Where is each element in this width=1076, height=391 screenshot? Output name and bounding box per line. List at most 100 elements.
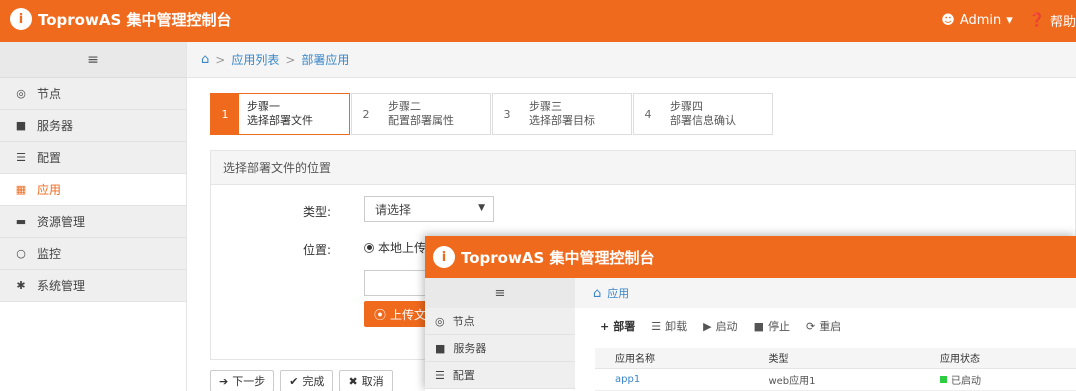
overlay-sidebar-label: 服务器 <box>453 342 487 355</box>
table-row[interactable]: app1 web应用1 已启动 <box>595 368 1076 391</box>
type-select[interactable]: 请选择 ▼ <box>364 196 494 222</box>
app-status-cell: 已启动 <box>919 368 1076 391</box>
column-header-status[interactable]: 应用状态 <box>919 348 1076 369</box>
step-number: 3 <box>503 107 511 121</box>
sidebar-item-resources[interactable]: ▬ 资源管理 <box>0 206 186 238</box>
wizard-step-1[interactable]: 1 步骤一 选择部署文件 <box>210 93 350 135</box>
deploy-button[interactable]: + 部署 <box>600 318 635 334</box>
breadcrumb-app-list[interactable]: 应用列表 <box>231 51 279 68</box>
target-icon: ◎ <box>435 314 445 328</box>
next-button-label: 下一步 <box>232 375 266 388</box>
step-text: 步骤三 选择部署目标 <box>521 100 595 128</box>
upload-button-label: 上传文 <box>390 307 427 322</box>
finish-button[interactable]: ✔ 完成 <box>280 370 334 391</box>
location-label: 位置: <box>303 243 332 257</box>
circle-icon: ○ <box>16 247 26 260</box>
sidebar-menu: ◎ 节点 ■ 服务器 ☰ 配置 ▦ 应用 ▬ 资源管理 ○ 监控 ✱ 系统管理 <box>0 78 186 302</box>
home-icon[interactable]: ⌂ <box>593 286 601 301</box>
overlay-breadcrumb-apps: 应用 <box>607 287 630 300</box>
step-title: 步骤四 <box>670 100 703 113</box>
breadcrumb-separator: > <box>285 52 296 67</box>
start-button[interactable]: ▶ 启动 <box>703 318 737 334</box>
server-icon: ■ <box>15 119 27 132</box>
step-number: 2 <box>362 107 370 121</box>
folder-icon: ▬ <box>15 215 27 228</box>
overlay-sidebar-item-nodes[interactable]: ◎ 节点 <box>425 308 575 335</box>
home-icon[interactable]: ⌂ <box>201 52 209 67</box>
radio-label: 本地上传 <box>378 241 427 255</box>
table-header-row: 应用名称 类型 应用状态 <box>595 348 1076 369</box>
sidebar-item-config[interactable]: ☰ 配置 <box>0 142 186 174</box>
server-icon: ■ <box>435 341 446 355</box>
sidebar-item-monitor[interactable]: ○ 监控 <box>0 238 186 270</box>
wizard-step-2[interactable]: 2 步骤二 配置部署属性 <box>351 93 491 135</box>
sidebar-item-label: 系统管理 <box>37 279 86 293</box>
undeploy-label: 卸载 <box>665 320 688 333</box>
column-header-name[interactable]: 应用名称 <box>595 348 749 369</box>
brand[interactable]: i ToprowAS 集中管理控制台 <box>10 8 231 30</box>
target-icon: ◎ <box>16 87 26 100</box>
play-icon: ▶ <box>703 319 712 333</box>
sidebar-item-label: 应用 <box>37 183 62 197</box>
local-upload-radio[interactable]: 本地上传 <box>364 239 426 256</box>
next-button[interactable]: ➔ 下一步 <box>210 370 275 391</box>
breadcrumb-deploy: 部署应用 <box>301 53 350 67</box>
status-dot-icon <box>939 375 947 383</box>
screen: i ToprowAS 集中管理控制台 ☻ Admin ▾ ❓ 帮助 ≡ ◎ 节点… <box>0 0 1076 391</box>
step-text: 步骤一 选择部署文件 <box>239 100 313 128</box>
app-type-cell: web应用1 <box>748 368 920 391</box>
caret-down-icon: ▼ <box>478 203 485 213</box>
help-menu[interactable]: ❓ 帮助 <box>1029 11 1076 30</box>
wizard-step-3[interactable]: 3 步骤三 选择部署目标 <box>492 93 632 135</box>
list-icon: ☰ <box>16 151 26 164</box>
plus-icon: + <box>600 319 610 333</box>
sidebar-item-nodes[interactable]: ◎ 节点 <box>0 78 186 110</box>
help-label: 帮助 <box>1049 15 1076 30</box>
grid-icon: ▦ <box>15 183 27 196</box>
sidebar-item-label: 服务器 <box>37 119 74 133</box>
app-title: ToprowAS 集中管理控制台 <box>38 10 232 29</box>
logo-icon: i <box>10 8 32 30</box>
gear-icon: ✱ <box>16 279 26 292</box>
sidebar-item-apps[interactable]: ▦ 应用 <box>0 174 186 206</box>
sidebar-item-servers[interactable]: ■ 服务器 <box>0 110 186 142</box>
overlay-sidebar: ≡ ◎ 节点 ■ 服务器 ☰ 配置 <box>425 278 575 391</box>
type-label: 类型: <box>303 205 332 219</box>
restart-button[interactable]: ⟳ 重启 <box>806 318 841 334</box>
sidebar-item-system[interactable]: ✱ 系统管理 <box>0 270 186 302</box>
sidebar-toggle-button[interactable]: ≡ <box>0 42 186 78</box>
breadcrumb-separator: > <box>215 52 226 67</box>
column-header-type[interactable]: 类型 <box>748 348 920 369</box>
check-icon: ✔ <box>289 374 299 388</box>
user-menu[interactable]: ☻ Admin ▾ <box>941 11 1013 30</box>
finish-button-label: 完成 <box>302 375 325 388</box>
overlay-sidebar-toggle[interactable]: ≡ <box>425 278 575 308</box>
radio-icon <box>364 242 374 253</box>
step-number: 1 <box>211 94 239 134</box>
start-label: 启动 <box>715 320 738 333</box>
close-icon: ✖ <box>348 374 358 388</box>
cancel-button[interactable]: ✖ 取消 <box>339 370 393 391</box>
overlay-sidebar-label: 配置 <box>452 369 475 382</box>
overlay-toolbar: + 部署 ☰ 卸载 ▶ 启动 ■ 停止 ⟳ 重启 <box>600 318 841 334</box>
overlay-sidebar-item-servers[interactable]: ■ 服务器 <box>425 335 575 362</box>
overlay-sidebar-label: 节点 <box>452 315 475 328</box>
step-subtitle: 选择部署文件 <box>247 114 313 127</box>
undeploy-button[interactable]: ☰ 卸载 <box>651 318 687 334</box>
overlay-top-navbar: i ToprowAS 集中管理控制台 <box>425 236 1076 278</box>
wizard-buttons: ➔ 下一步 ✔ 完成 ✖ 取消 <box>210 370 393 391</box>
overlay-app-table: 应用名称 类型 应用状态 app1 web应用1 已启动 <box>595 348 1076 391</box>
sidebar-item-label: 资源管理 <box>37 215 86 229</box>
wizard-steps: 1 步骤一 选择部署文件 2 步骤二 配置部署属性 3 步骤三 选择部署目标 4… <box>210 93 774 135</box>
overlay-sidebar-item-config[interactable]: ☰ 配置 <box>425 362 575 389</box>
app-name-link[interactable]: app1 <box>615 374 640 385</box>
sidebar-item-label: 监控 <box>37 247 62 261</box>
wizard-step-4[interactable]: 4 步骤四 部署信息确认 <box>633 93 773 135</box>
arrow-right-icon: ➔ <box>219 374 229 388</box>
restart-label: 重启 <box>819 320 842 333</box>
sidebar-item-label: 节点 <box>37 87 62 101</box>
app-name-cell[interactable]: app1 <box>595 368 749 391</box>
stop-button[interactable]: ■ 停止 <box>754 318 790 334</box>
step-subtitle: 部署信息确认 <box>670 114 736 127</box>
list-icon: ☰ <box>435 368 445 382</box>
